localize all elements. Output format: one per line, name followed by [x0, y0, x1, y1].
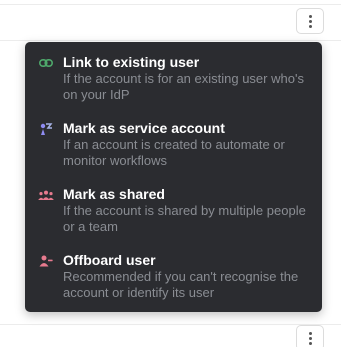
user-remove-icon [38, 254, 54, 268]
kebab-dot [308, 14, 312, 18]
menu-item-mark-shared[interactable]: Mark as shared If the account is shared … [25, 185, 322, 251]
menu-item-description: If the account is for an existing user w… [63, 71, 304, 102]
menu-item-description: Recommended if you can't recognise the a… [63, 269, 299, 300]
menu-item-title: Mark as service account [63, 120, 225, 136]
menu-item-mark-service-account[interactable]: Mark as service account If an account is… [25, 119, 322, 185]
link-icon [38, 56, 54, 70]
kebab-dot [308, 336, 312, 340]
row-divider [0, 4, 341, 5]
page: Link to existing user If the account is … [0, 0, 341, 347]
service-account-icon [38, 122, 54, 136]
kebab-dot [308, 19, 312, 23]
people-icon [38, 188, 54, 202]
kebab-dot [308, 341, 312, 345]
menu-item-title: Offboard user [63, 252, 156, 268]
menu-item-title: Link to existing user [63, 54, 200, 70]
menu-item-offboard-user[interactable]: Offboard user Recommended if you can't r… [25, 251, 322, 317]
menu-item-description: If the account is shared by multiple peo… [63, 203, 306, 234]
menu-item-link-existing-user[interactable]: Link to existing user If the account is … [25, 53, 322, 119]
kebab-dot [308, 331, 312, 335]
row-divider [0, 40, 341, 41]
row-actions-button[interactable] [296, 8, 324, 34]
menu-item-title: Mark as shared [63, 186, 165, 202]
account-actions-menu: Link to existing user If the account is … [25, 42, 322, 312]
menu-item-description: If an account is created to automate or … [63, 137, 285, 168]
row-actions-button[interactable] [296, 325, 324, 347]
kebab-dot [308, 24, 312, 28]
row-divider [0, 324, 341, 325]
